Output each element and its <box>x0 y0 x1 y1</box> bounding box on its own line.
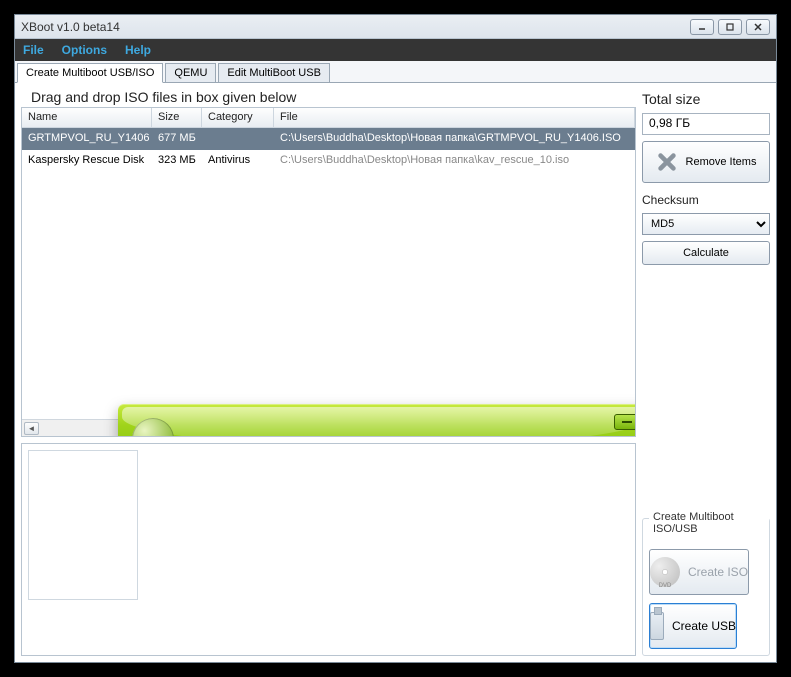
create-section: Create Multiboot ISO/USB Create ISO Crea… <box>642 518 770 656</box>
iso-grid: Name Size Category File GRTMPVOL_RU_Y140… <box>21 107 636 437</box>
tab-create-multiboot[interactable]: Create Multiboot USB/ISO <box>17 63 163 83</box>
remove-items-label: Remove Items <box>686 156 757 168</box>
menu-file[interactable]: File <box>23 43 44 57</box>
dialog-minimize-button[interactable] <box>614 414 636 430</box>
dvd-icon <box>132 418 174 437</box>
col-header-category[interactable]: Category <box>202 108 274 127</box>
checksum-label: Checksum <box>642 193 770 207</box>
create-usb-label: Create USB <box>672 619 736 633</box>
titlebar: XBoot v1.0 beta14 <box>15 15 776 39</box>
total-size-label: Total size <box>642 91 770 107</box>
grid-body[interactable]: GRTMPVOL_RU_Y1406 677 МБ C:\Users\Buddha… <box>22 128 635 419</box>
close-button[interactable] <box>746 19 770 35</box>
tab-edit-multiboot[interactable]: Edit MultiBoot USB <box>218 63 330 82</box>
minimize-button[interactable] <box>690 19 714 35</box>
calculate-button[interactable]: Calculate <box>642 241 770 265</box>
grid-header: Name Size Category File <box>22 108 635 128</box>
create-group-label: Create Multiboot ISO/USB <box>649 511 769 535</box>
app-window: XBoot v1.0 beta14 File Options Help Crea… <box>14 14 777 663</box>
menu-options[interactable]: Options <box>62 43 107 57</box>
cell-size: 677 МБ <box>152 128 202 150</box>
create-groupbox: Create Multiboot ISO/USB Create ISO Crea… <box>642 518 770 656</box>
window-title: XBoot v1.0 beta14 <box>21 20 690 34</box>
drag-drop-instruction: Drag and drop ISO files in box given bel… <box>21 83 636 107</box>
preview-thumbnail <box>28 450 138 600</box>
col-header-name[interactable]: Name <box>22 108 152 127</box>
content-area: Drag and drop ISO files in box given bel… <box>15 83 776 662</box>
cell-name: Kaspersky Rescue Disk <box>22 150 152 172</box>
tabstrip: Create Multiboot USB/ISO QEMU Edit Multi… <box>15 61 776 83</box>
menubar: File Options Help <box>15 39 776 61</box>
cell-name: GRTMPVOL_RU_Y1406 <box>22 128 152 150</box>
checksum-select[interactable]: MD5 <box>642 213 770 235</box>
cell-file: C:\Users\Buddha\Desktop\Новая папка\kav_… <box>274 150 635 172</box>
right-column: Total size 0,98 ГБ Remove Items Checksum… <box>642 83 770 656</box>
create-iso-label: Create ISO <box>688 565 748 579</box>
window-controls <box>690 19 770 35</box>
cell-file: C:\Users\Buddha\Desktop\Новая папка\GRTM… <box>274 128 635 150</box>
maximize-button[interactable] <box>718 19 742 35</box>
tab-qemu[interactable]: QEMU <box>165 63 216 82</box>
create-usb-button[interactable]: Create USB <box>649 603 737 649</box>
cell-category: Antivirus <box>202 150 274 172</box>
total-size-value: 0,98 ГБ <box>642 113 770 135</box>
remove-items-button[interactable]: Remove Items <box>642 141 770 183</box>
left-column: Drag and drop ISO files in box given bel… <box>21 83 636 656</box>
preview-dropzone[interactable] <box>21 443 636 656</box>
table-row[interactable]: GRTMPVOL_RU_Y1406 677 МБ C:\Users\Buddha… <box>22 128 635 150</box>
col-header-file[interactable]: File <box>274 108 635 127</box>
x-icon <box>656 151 678 173</box>
cell-category <box>202 128 274 150</box>
scroll-left-button[interactable]: ◄ <box>24 422 39 435</box>
table-row[interactable]: Kaspersky Rescue Disk 323 МБ Antivirus C… <box>22 150 635 172</box>
usb-icon <box>650 612 664 640</box>
copy-progress-dialog: Copying:GRTMPVOL_RU_Y1406 Cancel <box>118 404 636 437</box>
menu-help[interactable]: Help <box>125 43 151 57</box>
dvd-icon <box>650 557 680 587</box>
cell-size: 323 МБ <box>152 150 202 172</box>
col-header-size[interactable]: Size <box>152 108 202 127</box>
create-iso-button[interactable]: Create ISO <box>649 549 749 595</box>
